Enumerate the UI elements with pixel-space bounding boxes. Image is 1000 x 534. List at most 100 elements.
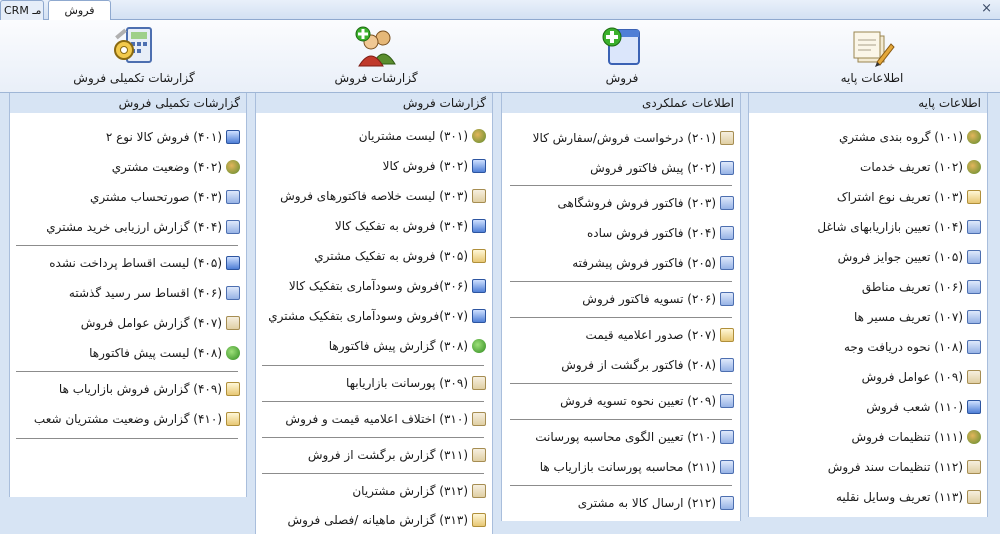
edit-icon: [967, 250, 981, 264]
menu-item-313[interactable]: (۳۱۳) گزارش ماهیانه /فصلی فروش: [287, 509, 486, 531]
menu-item-401[interactable]: (۴۰۱) فروش کالا نوع ۲: [106, 126, 240, 148]
cart-icon: [226, 130, 240, 144]
ribbon-sales-label: فروش: [605, 71, 639, 85]
separator: [262, 365, 484, 366]
edit-icon: [720, 256, 734, 270]
table-icon: [967, 400, 981, 414]
menu-item-409[interactable]: (۴۰۹) گزارش فروش بازاریاب ها: [59, 378, 240, 400]
envelope-icon: [226, 382, 240, 396]
menu-item-210[interactable]: (۲۱۰) تعیین الگوی محاسبه پورسانت: [535, 426, 734, 448]
note-icon: [967, 370, 981, 384]
document-icon: [472, 376, 486, 390]
menu-item-208[interactable]: (۲۰۸) فاکتور برگشت از فروش: [561, 354, 734, 376]
menu-item-108[interactable]: (۱۰۸) نحوه دریافت وجه: [844, 336, 981, 358]
menu-item-101[interactable]: (۱۰۱) گروه بندی مشتري: [839, 126, 981, 148]
menu-item-106[interactable]: (۱۰۶) تعریف مناطق: [862, 276, 981, 298]
ribbon-extra-reports-button[interactable]: گزارشات تکمیلی فروش: [64, 24, 204, 90]
menu-item-112[interactable]: (۱۱۲) تنظیمات سند فروش: [828, 456, 981, 478]
panel-body: (۴۰۱) فروش کالا نوع ۲ (۴۰۲) وضعیت مشتري …: [10, 113, 246, 497]
edit-icon: [720, 430, 734, 444]
cart-icon: [472, 159, 486, 173]
menu-item-306[interactable]: (۳۰۶)فروش وسودآماری بتفکیک کالا: [289, 275, 486, 297]
separator: [262, 437, 484, 438]
separator: [510, 317, 732, 318]
separator: [510, 185, 732, 186]
menu-item-301[interactable]: (۳۰۱) لیست مشتریان: [359, 125, 486, 147]
menu-item-304[interactable]: (۳۰۴) فروش به تفکیک کالا: [335, 215, 486, 237]
tab-sales[interactable]: فروش: [48, 0, 111, 20]
menu-item-410[interactable]: (۴۱۰) گزارش وضعیت مشتریان شعب: [34, 408, 240, 430]
menu-item-305[interactable]: (۳۰۵) فروش به تفکیک مشتري: [314, 245, 486, 267]
separator: [510, 485, 732, 486]
menu-item-202[interactable]: (۲۰۲) پیش فاکتور فروش: [590, 157, 734, 179]
panel-title: اطلاعات پایه: [749, 93, 987, 113]
menu-item-309[interactable]: (۳۰۹) پورسانت بازاریابها: [346, 372, 486, 394]
menu-item-103[interactable]: (۱۰۳) تعریف نوع اشتراک: [837, 186, 981, 208]
menu-item-302[interactable]: (۳۰۲) فروش کالا: [383, 155, 486, 177]
menu-item-405[interactable]: (۴۰۵) لیست اقساط پرداخت نشده: [49, 252, 240, 274]
separator: [510, 419, 732, 420]
menu-item-110[interactable]: (۱۱۰) شعب فروش: [866, 396, 981, 418]
menu-item-406[interactable]: (۴۰۶) اقساط سر رسید گذشته: [69, 282, 240, 304]
users-icon: [967, 160, 981, 174]
menu-item-107[interactable]: (۱۰۷) تعریف مسیر ها: [854, 306, 981, 328]
users-icon: [472, 129, 486, 143]
ribbon-sales-button[interactable]: فروش: [594, 24, 650, 90]
panel-extra-reports: گزارشات تکمیلی فروش (۴۰۱) فروش کالا نوع …: [9, 93, 247, 497]
menu-item-207[interactable]: (۲۰۷) صدور اعلامیه قیمت: [586, 324, 734, 346]
users-add-icon: [355, 26, 396, 67]
document-icon: [472, 448, 486, 462]
menu-item-311[interactable]: (۳۱۱) گزارش برگشت از فروش: [308, 444, 486, 466]
menu-item-209[interactable]: (۲۰۹) تعیین نحوه تسویه فروش: [560, 390, 734, 412]
menu-item-310[interactable]: (۳۱۰) اختلاف اعلامیه قیمت و فروش: [285, 408, 486, 430]
document-icon: [967, 490, 981, 504]
menu-item-303[interactable]: (۳۰۳) لیست خلاصه فاکتورهای فروش: [280, 185, 486, 207]
menu-item-307[interactable]: (۳۰۷)فروش وسودآماری بتفکیک مشتري: [268, 305, 486, 327]
menu-item-104[interactable]: (۱۰۴) تعیین بازاریابهای شاغل: [817, 216, 981, 238]
separator: [510, 383, 732, 384]
user-status-icon: [226, 160, 240, 174]
separator: [510, 281, 732, 282]
menu-item-308[interactable]: (۳۰۸) گزارش پیش فاکتورها: [329, 335, 486, 357]
menu-item-105[interactable]: (۱۰۵) تعیین جوایز فروش: [838, 246, 981, 268]
menu-item-203[interactable]: (۲۰۳) فاکتور فروش فروشگاهی: [558, 192, 734, 214]
edit-icon: [967, 310, 981, 324]
edit-icon: [720, 460, 734, 474]
ribbon-base-info-label: اطلاعات پایه: [840, 71, 904, 85]
ribbon-sales-reports-button[interactable]: گزارشات فروش: [324, 24, 428, 90]
document-icon: [720, 131, 734, 145]
ribbon-sales-reports-label: گزارشات فروش: [334, 71, 418, 85]
table-icon: [472, 219, 486, 233]
menu-item-206[interactable]: (۲۰۶) تسویه فاکتور فروش: [582, 288, 734, 310]
document-icon: [472, 484, 486, 498]
menu-item-205[interactable]: (۲۰۵) فاکتور فروش پیشرفته: [572, 252, 734, 274]
document-icon: [472, 189, 486, 203]
menu-item-211[interactable]: (۲۱۱) محاسبه پورسانت بازاریاب ها: [540, 456, 734, 478]
menu-item-109[interactable]: (۱۰۹) عوامل فروش: [862, 366, 981, 388]
menu-item-408[interactable]: (۴۰۸) لیست پیش فاکتورها: [89, 342, 240, 364]
edit-icon: [720, 358, 734, 372]
menu-item-402[interactable]: (۴۰۲) وضعیت مشتري: [112, 156, 240, 178]
documents-pencil-icon: [853, 31, 895, 67]
edit-icon: [720, 196, 734, 210]
panel-performance: اطلاعات عملکردی (۲۰۱) درخواست فروش/سفارش…: [501, 93, 741, 521]
menu-item-312[interactable]: (۳۱۲) گزارش مشتریان: [352, 480, 486, 502]
menu-item-204[interactable]: (۲۰۴) فاکتور فروش ساده: [587, 222, 734, 244]
menu-item-111[interactable]: (۱۱۱) تنظیمات فروش: [852, 426, 981, 448]
menu-item-102[interactable]: (۱۰۲) تعریف خدمات: [860, 156, 981, 178]
edit-icon: [967, 280, 981, 294]
close-icon[interactable]: ×: [981, 1, 992, 16]
refresh-icon: [226, 346, 240, 360]
ribbon-base-info-button[interactable]: اطلاعات پایه: [832, 24, 912, 90]
menu-item-212[interactable]: (۲۱۲) ارسال کالا به مشتری: [578, 492, 734, 514]
price-tag-icon: [720, 328, 734, 342]
ribbon-toolbar: اطلاعات پایه فروش گزارشات فروش گزارشات ت…: [0, 20, 1000, 93]
edit-icon: [720, 496, 734, 510]
menu-item-407[interactable]: (۴۰۷) گزارش عوامل فروش: [81, 312, 240, 334]
menu-item-113[interactable]: (۱۱۳) تعریف وسایل نقلیه: [836, 486, 981, 508]
edit-icon: [967, 220, 981, 234]
tab-crm[interactable]: CRM مـ: [0, 0, 44, 20]
menu-item-404[interactable]: (۴۰۴) گزارش ارزیابی خرید مشتري: [46, 216, 240, 238]
menu-item-201[interactable]: (۲۰۱) درخواست فروش/سفارش کالا: [533, 127, 734, 149]
menu-item-403[interactable]: (۴۰۳) صورتحساب مشتري: [90, 186, 240, 208]
